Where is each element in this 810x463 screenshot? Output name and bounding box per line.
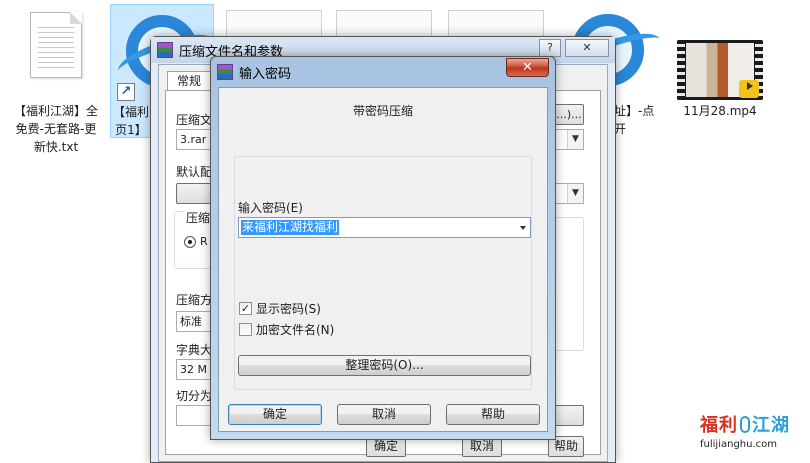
show-password-label: 显示密码(S) [256, 302, 321, 316]
watermark-logo: 福利 江湖 [700, 415, 790, 436]
play-icon [739, 80, 759, 98]
help-caption-button[interactable]: ? [539, 39, 561, 57]
archive-format-label: 压缩 [184, 209, 213, 226]
chevron-down-icon: ▼ [567, 130, 583, 149]
update-mode-combo[interactable]: ▼ [554, 183, 584, 204]
password-label: 输入密码(E) [238, 201, 303, 215]
chevron-down-icon [520, 226, 526, 230]
encrypt-filenames-checkbox[interactable]: 加密文件名(N) [239, 321, 334, 338]
archive-options-group [554, 217, 584, 351]
default-profile-label: 默认配 [176, 165, 213, 179]
mouse-icon [740, 415, 750, 433]
file-tile-txt[interactable]: 【福利江湖】全 免费-无套路-更 新快.txt [4, 4, 108, 154]
text-file-icon [30, 12, 82, 78]
help-button[interactable]: 帮助 [446, 404, 540, 425]
watermark-url: fulijianghu.com [700, 439, 777, 450]
cancel-button[interactable]: 取消 [337, 404, 431, 425]
show-password-checkbox[interactable]: ✓ 显示密码(S) [239, 300, 321, 317]
video-file-icon [677, 40, 763, 100]
chevron-down-icon: ▼ [567, 184, 583, 203]
dictionary-size-label: 字典大 [176, 343, 213, 357]
file-label: 址】-点 开 [614, 104, 655, 136]
encrypt-filenames-label: 加密文件名(N) [256, 323, 335, 337]
file-label: 【福利江湖】全 免费-无套路-更 新快.txt [13, 104, 98, 154]
dialog-client: 带密码压缩 输入密码(E) 来福利江湖找福利 ✓ 显示密码(S) 加密文件名(N… [218, 87, 548, 432]
close-caption-button[interactable]: ✕ [565, 39, 609, 57]
dialog-title: 输入密码 [239, 66, 292, 82]
compression-method-label: 压缩方 [176, 293, 213, 307]
close-icon: ✕ [522, 60, 533, 75]
archive-name-combo-tail[interactable]: ▼ [554, 129, 584, 150]
winrar-icon [217, 64, 233, 80]
browse-button[interactable]: ...)... [554, 104, 584, 125]
split-volumes-label: 切分为 [176, 389, 213, 403]
tab-general[interactable]: 常规 [167, 71, 211, 91]
password-input[interactable]: 来福利江湖找福利 [238, 217, 531, 238]
radio-icon [184, 235, 196, 248]
shortcut-arrow-icon: ↗ [117, 83, 135, 101]
archive-name-label: 压缩文 [176, 113, 213, 127]
format-radio-rar[interactable]: R [184, 235, 208, 248]
checkbox-unchecked-icon [239, 323, 252, 336]
dialog-subtitle: 带密码压缩 [352, 104, 413, 118]
set-password-button[interactable] [554, 405, 584, 426]
site-watermark: 福利 江湖 fulijianghu.com [700, 411, 800, 457]
enter-password-dialog: 输入密码 ✕ 带密码压缩 输入密码(E) 来福利江湖找福利 ✓ 显示密码(S) … [210, 56, 556, 440]
close-button[interactable]: ✕ [506, 58, 549, 77]
password-value: 来福利江湖找福利 [241, 220, 340, 235]
title-bar: 输入密码 [211, 57, 555, 87]
organize-passwords-button[interactable]: 整理密码(O)... [238, 355, 531, 376]
ok-button[interactable]: 确定 [228, 404, 322, 425]
checkbox-checked-icon: ✓ [239, 302, 252, 315]
file-tile-video[interactable]: 11月28.mp4 [668, 4, 772, 138]
file-label: 11月28.mp4 [683, 104, 757, 118]
winrar-icon [157, 42, 173, 58]
